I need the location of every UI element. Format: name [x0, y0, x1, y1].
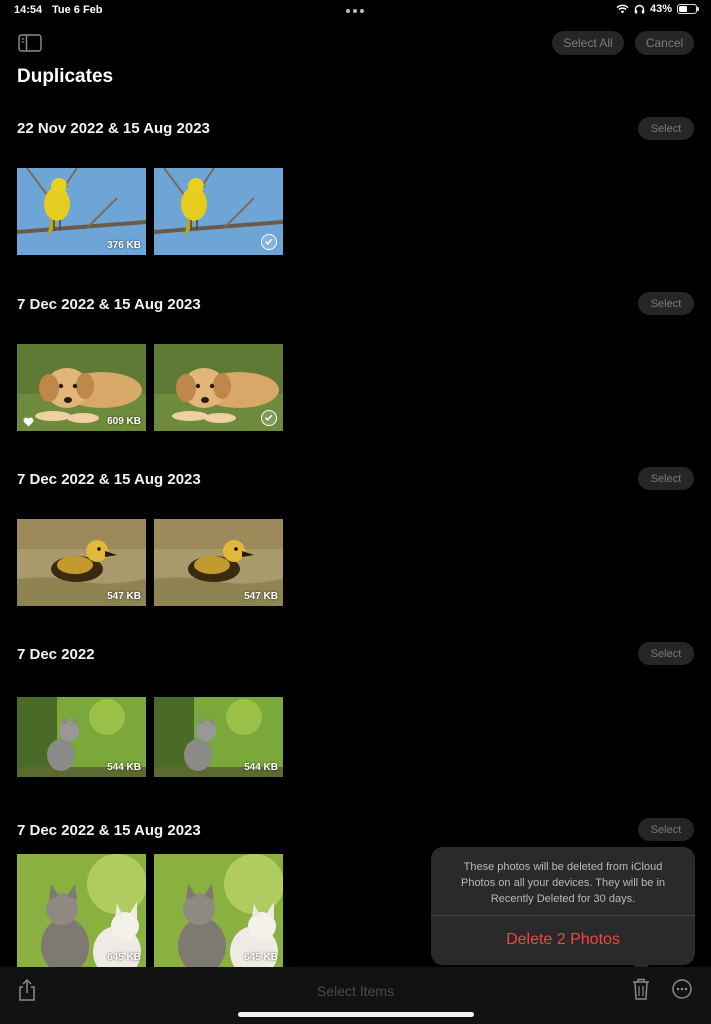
- headphones-icon: [634, 4, 645, 14]
- cancel-button[interactable]: Cancel: [635, 31, 694, 55]
- photo-thumbnail[interactable]: 376 KB: [17, 168, 146, 255]
- photo-thumbnail[interactable]: 645 KB: [154, 854, 283, 967]
- status-date: Tue 6 Feb: [52, 4, 103, 16]
- sidebar-toggle-icon[interactable]: [18, 34, 42, 52]
- file-size-label: 547 KB: [244, 591, 278, 602]
- file-size-label: 645 KB: [107, 952, 141, 963]
- group-date-title: 7 Dec 2022 & 15 Aug 2023: [17, 296, 201, 313]
- selected-checkmark-icon[interactable]: [261, 234, 277, 250]
- kittens-photo: [17, 854, 146, 967]
- battery-percentage: 43%: [649, 3, 672, 15]
- group-select-button[interactable]: Select: [638, 467, 694, 490]
- select-all-button[interactable]: Select All: [552, 31, 624, 55]
- status-time: 14:54: [14, 4, 43, 16]
- group-date-title: 7 Dec 2022 & 15 Aug 2023: [17, 471, 201, 488]
- battery-icon: [677, 4, 699, 14]
- selected-checkmark-icon[interactable]: [261, 410, 277, 426]
- toolbar-status-label: Select Items: [316, 983, 395, 999]
- delete-warning-message: These photos will be deleted from iCloud…: [460, 861, 665, 905]
- status-right: 43%: [616, 3, 699, 15]
- file-size-label: 645 KB: [244, 952, 278, 963]
- photo-thumbnail[interactable]: 544 KB: [17, 697, 146, 777]
- group-select-button[interactable]: Select: [638, 818, 694, 841]
- file-size-label: 376 KB: [107, 240, 141, 251]
- group-date-title: 7 Dec 2022 & 15 Aug 2023: [17, 822, 201, 839]
- group-select-button[interactable]: Select: [638, 117, 694, 140]
- favorite-heart-icon: [23, 417, 34, 427]
- trash-icon[interactable]: [632, 978, 650, 1000]
- photo-thumbnail[interactable]: [154, 168, 283, 255]
- photo-thumbnail[interactable]: [154, 344, 283, 431]
- photo-thumbnail[interactable]: 609 KB: [17, 344, 146, 431]
- group-date-title: 7 Dec 2022: [17, 646, 95, 663]
- popover-divider: [431, 915, 695, 916]
- group-date-title: 22 Nov 2022 & 15 Aug 2023: [17, 120, 210, 137]
- more-options-icon[interactable]: [672, 979, 692, 999]
- file-size-label: 609 KB: [107, 416, 141, 427]
- photo-thumbnail[interactable]: 544 KB: [154, 697, 283, 777]
- delete-confirmation-popover: These photos will be deleted from iCloud…: [431, 847, 695, 973]
- file-size-label: 544 KB: [107, 762, 141, 773]
- home-indicator[interactable]: [238, 1012, 474, 1017]
- group-select-button[interactable]: Select: [638, 642, 694, 665]
- group-select-button[interactable]: Select: [638, 292, 694, 315]
- kittens-photo: [154, 854, 283, 967]
- multitasking-dots[interactable]: [346, 9, 364, 13]
- file-size-label: 544 KB: [244, 762, 278, 773]
- page-title: Duplicates: [17, 66, 114, 87]
- wifi-icon: [616, 4, 629, 14]
- file-size-label: 547 KB: [107, 591, 141, 602]
- delete-photos-button[interactable]: Delete 2 Photos: [431, 931, 695, 949]
- photo-thumbnail[interactable]: 547 KB: [17, 519, 146, 606]
- photo-thumbnail[interactable]: 547 KB: [154, 519, 283, 606]
- photos-duplicates-screen: 14:54 Tue 6 Feb 43% Select All Cancel Du…: [0, 0, 711, 1024]
- status-bar: 14:54 Tue 6 Feb 43%: [0, 0, 711, 22]
- photo-thumbnail[interactable]: 645 KB: [17, 854, 146, 967]
